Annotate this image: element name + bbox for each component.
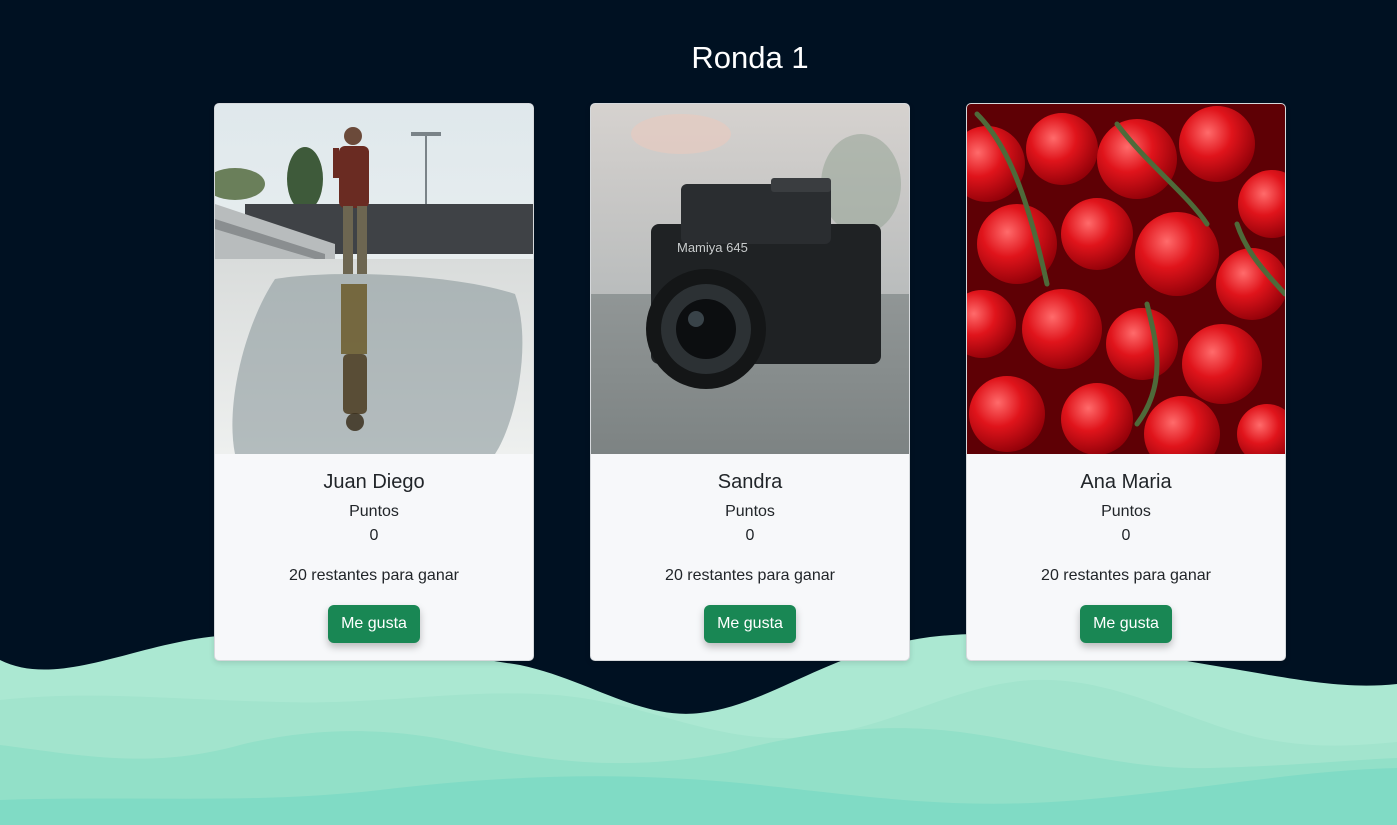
player-name: Ana Maria: [1080, 471, 1172, 493]
player-card-ana-maria: Ana Maria Puntos 0 20 restantes para gan…: [966, 103, 1286, 661]
player-name: Juan Diego: [323, 471, 425, 493]
page-title: Ronda 1: [691, 40, 809, 75]
points-value: 0: [1121, 527, 1131, 544]
player-photo: [967, 104, 1285, 454]
player-card-sandra: Mamiya 645 Sandra Puntos 0 20 restantes …: [590, 103, 910, 661]
points-value: 0: [745, 527, 755, 544]
points-label: Puntos: [725, 503, 775, 520]
player-card-juan-diego: Juan Diego Puntos 0 20 restantes para ga…: [214, 103, 534, 661]
remaining-text: 20 restantes para ganar: [665, 567, 835, 584]
like-button[interactable]: Me gusta: [704, 605, 796, 643]
like-button[interactable]: Me gusta: [328, 605, 420, 643]
player-name: Sandra: [717, 471, 783, 493]
points-value: 0: [369, 527, 379, 544]
remaining-text: 20 restantes para ganar: [1041, 567, 1211, 584]
remaining-text: 20 restantes para ganar: [289, 567, 459, 584]
svg-text:Mamiya 645: Mamiya 645: [677, 240, 748, 255]
player-photo: [215, 104, 533, 454]
like-button[interactable]: Me gusta: [1080, 605, 1172, 643]
points-label: Puntos: [349, 503, 399, 520]
player-photo: Mamiya 645: [591, 104, 909, 454]
points-label: Puntos: [1101, 503, 1151, 520]
